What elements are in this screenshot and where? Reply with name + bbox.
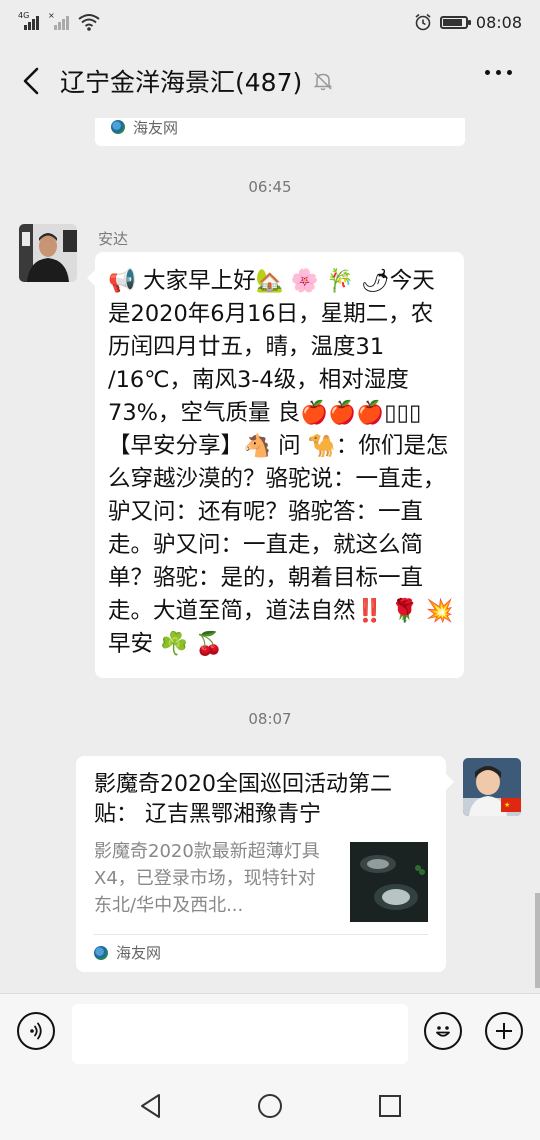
my-avatar[interactable]: ★ (463, 758, 521, 816)
plus-icon (496, 1023, 512, 1039)
status-left: 4G × (18, 11, 100, 31)
nav-recents-icon (379, 1095, 401, 1117)
nav-home-button[interactable] (253, 1091, 287, 1121)
alarm-icon (415, 13, 431, 31)
message-timestamp: 08:07 (248, 710, 292, 728)
nav-home-icon (258, 1094, 282, 1118)
link-card-divider (94, 934, 428, 935)
status-right: 08:08 (414, 13, 522, 32)
wifi-icon (78, 14, 100, 31)
signal-empty-icon: × (48, 11, 70, 30)
source-logo-icon (111, 120, 125, 134)
previous-link-card-footer[interactable]: 海友网 (95, 118, 465, 146)
svg-text:★: ★ (504, 801, 510, 809)
nav-back-button[interactable] (134, 1091, 168, 1121)
nav-recents-button[interactable] (373, 1091, 407, 1121)
battery-icon (439, 15, 471, 29)
link-source-label: 海友网 (133, 118, 179, 137)
link-source-label: 海友网 (116, 944, 162, 962)
text-message-bubble[interactable]: 📢 大家早上好🏡 🌸 🎋 🌶今天是2020年6月16日，星期二，农历闰四月廿五，… (87, 252, 464, 678)
text-message-content: 📢 大家早上好🏡 🌸 🎋 🌶今天是2020年6月16日，星期二，农历闰四月廿五，… (108, 268, 454, 657)
link-card-body: 影魔奇2020款最新超薄灯具X4，已登录市场，现特针对东北/华中及西北... (94, 838, 428, 922)
network-type-label: 4G (18, 11, 30, 20)
more-dots-icon (485, 70, 490, 75)
signal-4g-icon: 4G (18, 11, 40, 30)
system-nav-bar (0, 1071, 540, 1140)
avatar-photo: ★ (463, 758, 521, 816)
more-functions-button[interactable] (485, 1012, 523, 1050)
nav-back-icon (141, 1094, 160, 1118)
link-card-title: 影魔奇2020全国巡回活动第二贴： 辽吉黑鄂湘豫青宁 (94, 772, 392, 827)
voice-icon (30, 1022, 42, 1040)
voice-button[interactable] (17, 1012, 55, 1050)
emoji-button[interactable] (424, 1012, 462, 1050)
back-button[interactable] (18, 66, 44, 96)
message-input[interactable] (72, 1004, 408, 1064)
status-bar: 4G × 08:08 (0, 0, 540, 44)
more-options-button[interactable] (485, 70, 512, 75)
sender-name: 安达 (98, 230, 129, 248)
avatar-photo (19, 224, 77, 282)
message-timestamp: 06:45 (248, 178, 292, 196)
input-bar (0, 993, 540, 1071)
chat-title: 辽宁金洋海景汇(487) (60, 68, 303, 97)
emoji-icon (436, 1026, 450, 1037)
message-list[interactable]: 海友网 06:45 安达 📢 大家早上好🏡 🌸 🎋 🌶今天是2020年6月16日… (0, 118, 540, 993)
mute-bell-icon (313, 72, 333, 91)
sender-avatar[interactable] (19, 224, 77, 282)
source-logo-icon (94, 945, 108, 960)
chat-header: 辽宁金洋海景汇(487) (0, 44, 540, 118)
link-card-thumbnail (350, 842, 428, 922)
link-card-message[interactable]: 影魔奇2020全国巡回活动第二贴： 辽吉黑鄂湘豫青宁 影魔奇2020款最新超薄灯… (76, 756, 454, 972)
link-card-footer: 海友网 (94, 942, 161, 963)
link-card-description: 影魔奇2020款最新超薄灯具X4，已登录市场，现特针对东北/华中及西北... (94, 841, 320, 916)
status-time: 08:08 (475, 12, 522, 32)
scrollbar[interactable] (535, 893, 540, 988)
no-signal-label: × (48, 11, 55, 20)
back-arrow-icon (23, 67, 39, 95)
